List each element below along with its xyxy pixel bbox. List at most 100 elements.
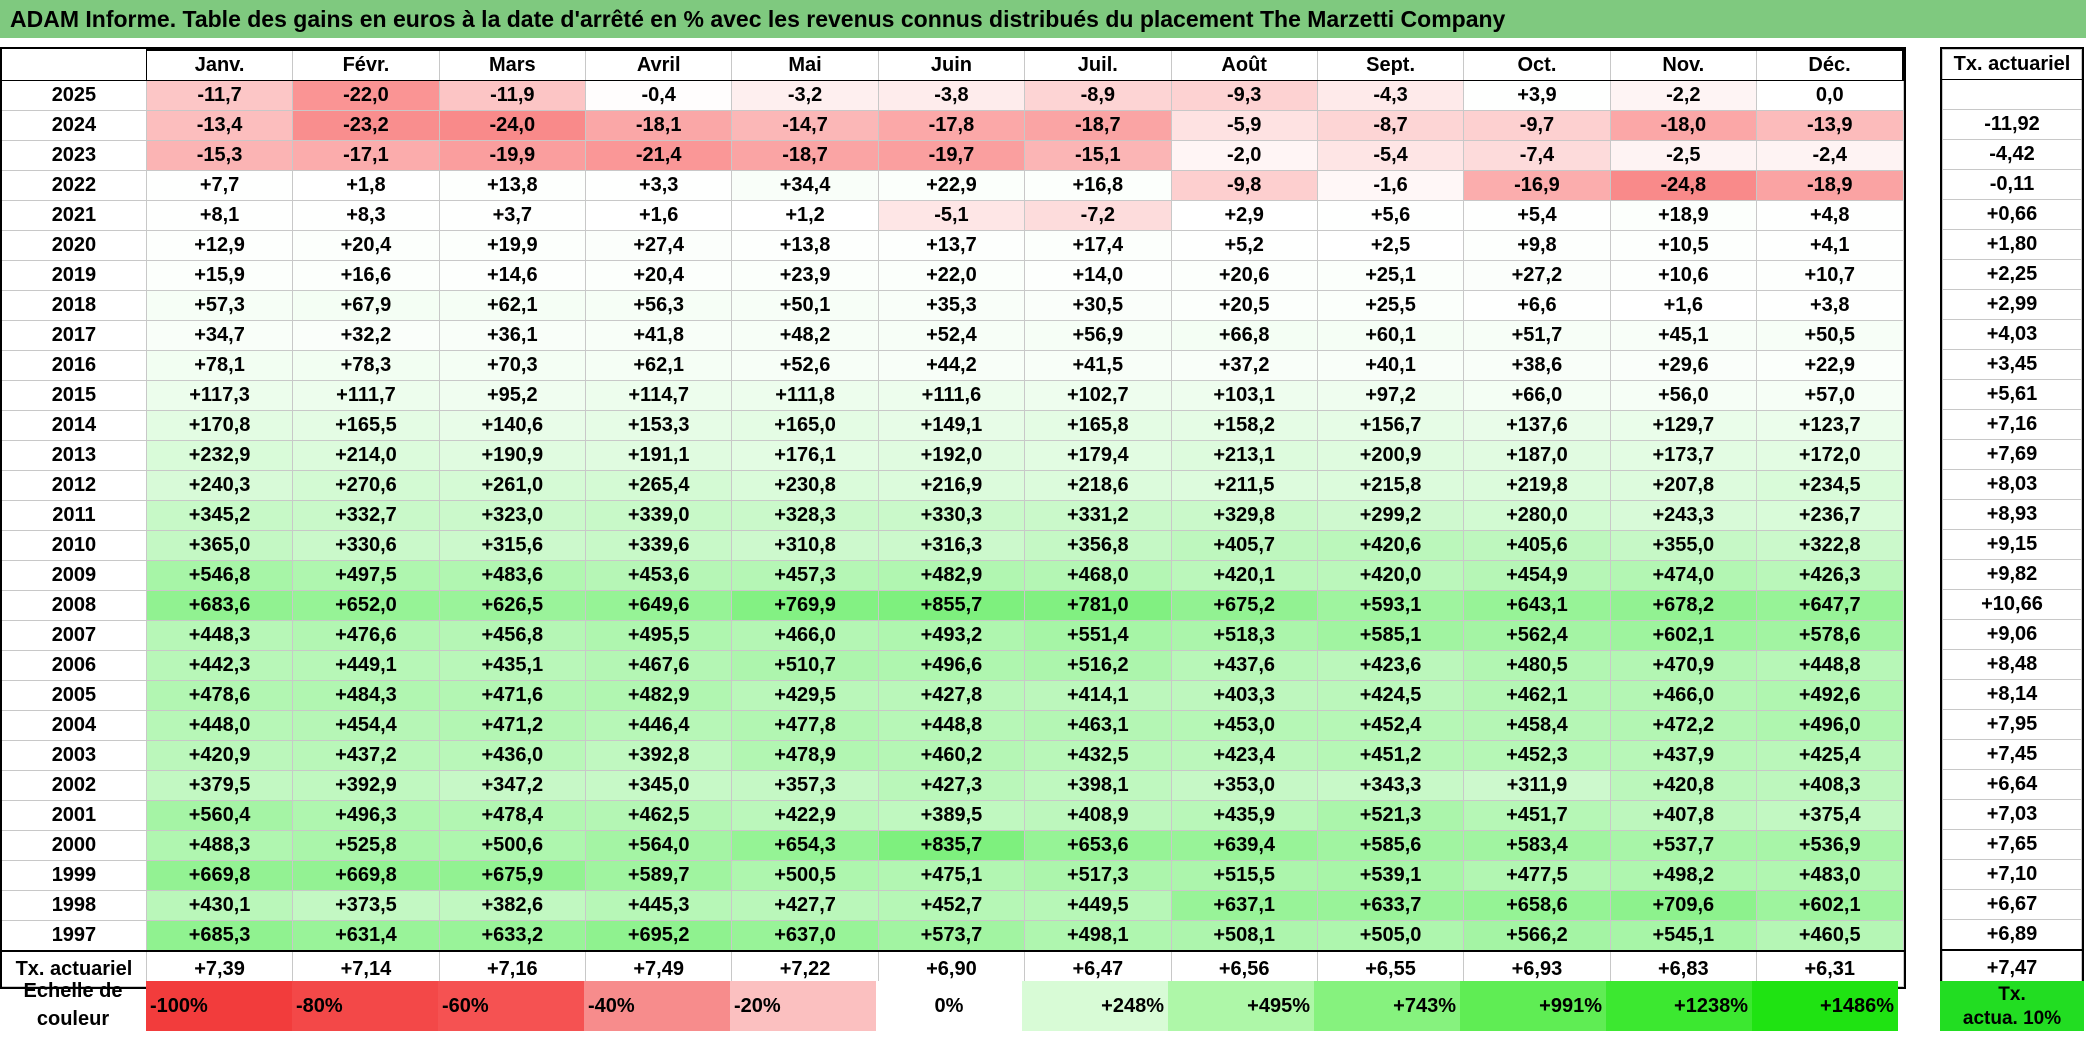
rate-cell: +9,82 — [1942, 559, 2082, 590]
gain-cell: +50,5 — [1756, 320, 1904, 351]
gain-cell: +442,3 — [145, 650, 294, 681]
gain-cell: -2,0 — [1170, 140, 1318, 171]
gain-cell: +6,6 — [1463, 290, 1611, 321]
gain-cell: +446,4 — [584, 710, 733, 741]
year-label: 1999 — [2, 860, 147, 891]
gain-cell: +573,7 — [877, 920, 1026, 952]
rate-cell: -0,11 — [1942, 169, 2082, 200]
gain-cell: +451,2 — [1316, 740, 1465, 771]
gain-cell: +683,6 — [145, 590, 294, 621]
legend-swatch: -80% — [292, 981, 438, 1031]
gain-cell: +45,1 — [1609, 320, 1758, 351]
gain-cell: -18,1 — [584, 110, 733, 141]
gain-cell: +478,6 — [145, 680, 294, 711]
gain-cell: +633,7 — [1316, 890, 1465, 921]
year-label: 2000 — [2, 830, 147, 861]
gain-cell: +48,2 — [731, 320, 879, 351]
gain-cell: -11,7 — [145, 80, 294, 111]
gain-cell: -9,7 — [1463, 110, 1611, 141]
table-row: 2008 +683,6 +652,0 +626,5 +649,6 +769,9 +855,7… — [2, 590, 1904, 621]
gain-cell: +470,9 — [1609, 650, 1758, 681]
gain-cell: +280,0 — [1463, 500, 1611, 531]
year-label: 2006 — [2, 650, 147, 681]
rate-cell: +7,65 — [1942, 829, 2082, 860]
gain-cell: +50,1 — [731, 290, 879, 321]
gain-cell: -9,3 — [1170, 80, 1318, 111]
gain-cell: +435,9 — [1170, 800, 1318, 831]
rate-header: Tx. actuariel — [1942, 49, 2082, 80]
gain-cell: +463,1 — [1024, 710, 1172, 741]
gain-cell: +165,5 — [292, 410, 440, 441]
gain-cell: +675,9 — [438, 860, 587, 891]
year-label: 2022 — [2, 170, 147, 201]
gain-cell: -17,1 — [292, 140, 440, 171]
gain-cell: +339,0 — [584, 500, 733, 531]
gain-cell: +234,5 — [1756, 470, 1904, 501]
rate-table-body: -11,92 -4,42 -0,11 +0,66 +1,80 +2,25 +2,99 +4,0… — [1942, 79, 2082, 951]
gain-cell: +498,1 — [1024, 920, 1172, 952]
table-row: 2014 +170,8 +165,5 +140,6 +153,3 +165,0 +149,1… — [2, 410, 1904, 441]
gain-cell: +430,1 — [145, 890, 294, 921]
gain-cell: +187,0 — [1463, 440, 1611, 471]
gain-cell: -2,5 — [1609, 140, 1758, 171]
gain-cell: +191,1 — [584, 440, 733, 471]
gain-cell: -7,2 — [1024, 200, 1172, 231]
year-label: 1998 — [2, 890, 147, 921]
gain-cell: +156,7 — [1316, 410, 1465, 441]
gain-cell: +97,2 — [1316, 380, 1465, 411]
gain-cell: +265,4 — [584, 470, 733, 501]
table-row: 2012 +240,3 +270,6 +261,0 +265,4 +230,8 +216,9… — [2, 470, 1904, 501]
gain-cell: +3,9 — [1463, 80, 1611, 111]
rate-cell: +7,69 — [1942, 439, 2082, 470]
gain-cell: +480,5 — [1463, 650, 1611, 681]
gain-cell: +560,4 — [145, 800, 294, 831]
gain-cell: -8,7 — [1316, 110, 1465, 141]
gain-cell: +492,6 — [1756, 680, 1904, 711]
table-row: 2013 +232,9 +214,0 +190,9 +191,1 +176,1 +192,0… — [2, 440, 1904, 471]
gain-cell: +44,2 — [877, 350, 1026, 381]
gain-cell: +27,2 — [1463, 260, 1611, 291]
gain-cell: +466,0 — [1609, 680, 1758, 711]
gain-cell: +66,0 — [1463, 380, 1611, 411]
gain-cell: -17,8 — [877, 110, 1026, 141]
gain-cell: +51,7 — [1463, 320, 1611, 351]
table-row: 2007 +448,3 +476,6 +456,8 +495,5 +466,0 +493,2… — [2, 620, 1904, 651]
gain-cell: -5,4 — [1316, 140, 1465, 171]
gain-cell: -15,1 — [1024, 140, 1172, 171]
table-row: 2006 +442,3 +449,1 +435,1 +467,6 +510,7 +496,6… — [2, 650, 1904, 681]
gain-cell: +488,3 — [145, 830, 294, 861]
gain-cell: +22,9 — [877, 170, 1026, 201]
gain-cell: +478,9 — [731, 740, 879, 771]
year-label: 2010 — [2, 530, 147, 561]
gain-cell: +392,8 — [584, 740, 733, 771]
gain-cell: -19,7 — [877, 140, 1026, 171]
gain-cell: +566,2 — [1463, 920, 1611, 952]
gain-cell: +466,0 — [731, 620, 879, 651]
gain-cell: +516,2 — [1024, 650, 1172, 681]
gain-cell: +52,6 — [731, 350, 879, 381]
gain-cell: +482,9 — [584, 680, 733, 711]
gain-cell: +578,6 — [1756, 620, 1904, 651]
gain-cell: +769,9 — [731, 590, 879, 621]
month-header: Janv. — [145, 49, 294, 81]
legend-swatch: +743% — [1314, 981, 1460, 1031]
gain-cell: +102,7 — [1024, 380, 1172, 411]
gain-cell: +496,3 — [292, 800, 440, 831]
gain-cell: +474,0 — [1609, 560, 1758, 591]
gain-cell: +153,3 — [584, 410, 733, 441]
gain-cell: +339,6 — [584, 530, 733, 561]
gain-cell: +20,5 — [1170, 290, 1318, 321]
year-label: 2025 — [2, 80, 147, 111]
gain-cell: +10,7 — [1756, 260, 1904, 291]
gain-cell: +218,6 — [1024, 470, 1172, 501]
year-label: 2007 — [2, 620, 147, 651]
gain-cell: +472,2 — [1609, 710, 1758, 741]
gain-cell: +633,2 — [438, 920, 587, 952]
rate-cell: +8,93 — [1942, 499, 2082, 530]
gain-cell: +311,9 — [1463, 770, 1611, 801]
gain-cell: +457,3 — [731, 560, 879, 591]
gain-cell: +70,3 — [438, 350, 587, 381]
gain-cell: +496,6 — [877, 650, 1026, 681]
gain-cell: +589,7 — [584, 860, 733, 891]
gain-cell: +518,3 — [1170, 620, 1318, 651]
